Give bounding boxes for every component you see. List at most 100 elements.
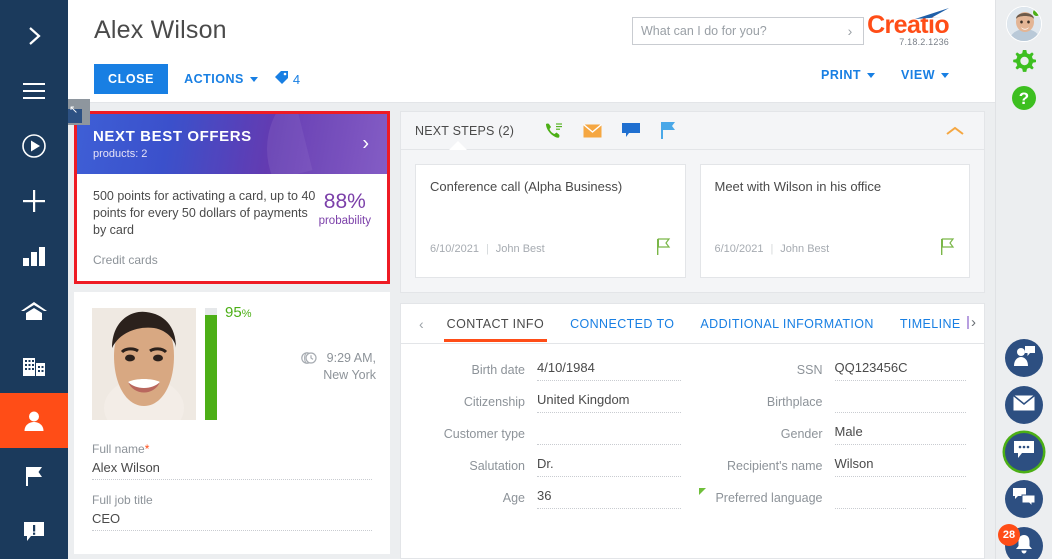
alert-bubble-icon — [22, 520, 46, 542]
chevron-down-icon — [249, 76, 258, 82]
field-birthplace: Birthplace — [705, 392, 966, 413]
sidebar-item-dashboards[interactable] — [0, 228, 68, 283]
tab-additional-information[interactable]: ADDITIONAL INFORMATION — [687, 305, 886, 342]
right-column: NEXT STEPS (2) Conference call (Alpha Bu… — [400, 111, 985, 559]
hamburger-menu-icon — [22, 82, 46, 100]
profile-card: 95% 9:29 AM, New York Full name* Alex Wi… — [74, 292, 390, 554]
user-avatar[interactable] — [1006, 6, 1042, 42]
field-value[interactable]: Dr. — [537, 456, 681, 477]
field-label: Age — [502, 491, 525, 505]
email-button[interactable] — [1005, 386, 1043, 424]
sidebar-item-menu[interactable] — [0, 63, 68, 118]
right-sidebar: ? 28 — [995, 0, 1052, 559]
sidebar-item-run-process[interactable] — [0, 118, 68, 173]
messages-button[interactable] — [1005, 480, 1043, 518]
next-step-date: 6/10/2021 — [430, 243, 479, 255]
tab-connected-to[interactable]: CONNECTED TO — [557, 305, 687, 342]
chat-icon[interactable] — [622, 123, 641, 138]
feed-button[interactable] — [1005, 339, 1043, 377]
complete-flag-icon[interactable] — [940, 238, 955, 258]
chat-button[interactable] — [1005, 433, 1043, 471]
sidebar-item-expand-panel[interactable] — [0, 8, 68, 63]
sidebar-item-activities[interactable] — [0, 448, 68, 503]
sidebar-item-add-record[interactable] — [0, 173, 68, 228]
field-recipients-name: Recipient's name Wilson — [705, 456, 966, 477]
next-steps-title: NEXT STEPS (2) — [415, 123, 515, 138]
local-time: 9:29 AM, — [326, 351, 376, 365]
close-button[interactable]: CLOSE — [94, 64, 169, 94]
field-customer-type: Customer type — [419, 424, 681, 445]
email-icon[interactable] — [583, 123, 603, 138]
field-value[interactable]: 36 — [537, 488, 681, 509]
widget-drag-handle[interactable]: ↖ — [68, 99, 90, 125]
search-submit-icon[interactable]: › — [837, 18, 863, 44]
completeness-unit: % — [241, 308, 252, 320]
field-value[interactable]: United Kingdom — [537, 392, 681, 413]
field-value[interactable]: CEO — [92, 511, 372, 531]
tab-strip: ‹ CONTACT INFO CONNECTED TO ADDITIONAL I… — [401, 304, 984, 344]
tabs-scroll-right-icon[interactable]: › — [967, 314, 976, 331]
app-root: Alex Wilson › Creatio 7.18.2.1236 CLOSE … — [0, 0, 1052, 559]
tag-icon — [274, 70, 289, 88]
field-value[interactable]: Alex Wilson — [92, 460, 372, 480]
field-label: Full name* — [92, 442, 372, 456]
field-label: Gender — [780, 427, 823, 441]
avatar[interactable] — [92, 308, 196, 420]
next-step-title: Meet with Wilson in his office — [714, 179, 882, 194]
tags-button[interactable]: 4 — [274, 70, 300, 88]
next-step-card[interactable]: Conference call (Alpha Business) 6/10/20… — [415, 164, 686, 278]
tabs-scroll-left-icon[interactable]: ‹ — [409, 316, 434, 332]
sidebar-item-accounts[interactable] — [0, 338, 68, 393]
next-step-date: 6/10/2021 — [714, 243, 764, 255]
offer-probability: 88% probability — [319, 188, 371, 267]
field-value[interactable] — [834, 392, 966, 413]
brand-name: Creatio — [867, 8, 950, 38]
page-title: Alex Wilson — [94, 16, 227, 44]
field-value[interactable]: QQ123456C — [834, 360, 966, 381]
offer-probability-label: probability — [318, 215, 371, 227]
help-button[interactable]: ? — [1011, 85, 1037, 116]
field-value[interactable]: Wilson — [834, 456, 966, 477]
field-value[interactable] — [834, 488, 966, 509]
form-column-left: Birth date 4/10/1984 Citizenship United … — [419, 360, 681, 520]
required-marker: * — [144, 442, 150, 456]
next-best-offers-widget[interactable]: ↖ NEXT BEST OFFERS products: 2 › 500 poi… — [68, 99, 390, 284]
completeness-number: 95 — [225, 304, 242, 321]
search-input[interactable] — [633, 24, 837, 38]
sidebar-item-home[interactable] — [0, 283, 68, 338]
tab-contact-info[interactable]: CONTACT INFO — [434, 305, 557, 342]
complete-flag-icon[interactable] — [656, 238, 671, 258]
offer-title: NEXT BEST OFFERS — [93, 128, 252, 145]
plus-icon — [21, 188, 47, 214]
next-step-meta: 6/10/2021 | John Best — [430, 238, 671, 255]
sidebar-item-contacts[interactable] — [0, 393, 68, 448]
next-steps-cards: Conference call (Alpha Business) 6/10/20… — [401, 150, 984, 292]
next-step-card[interactable]: Meet with Wilson in his office 6/10/2021… — [699, 164, 970, 278]
flag-icon[interactable] — [660, 122, 676, 139]
offer-next-icon[interactable]: › — [362, 133, 369, 156]
meta-separator: | — [485, 243, 489, 255]
field-value[interactable]: 4/10/1984 — [537, 360, 681, 381]
actions-menu-button[interactable]: ACTIONS — [184, 72, 258, 86]
tab-divider — [967, 316, 969, 329]
global-search[interactable]: › — [632, 17, 864, 45]
field-value[interactable]: Male — [834, 424, 966, 445]
gear-icon — [1011, 48, 1037, 79]
completeness-fill — [205, 315, 217, 420]
chat-bubble-icon — [1013, 440, 1035, 464]
label-text: Full name — [92, 442, 145, 456]
print-label: PRINT — [821, 68, 862, 82]
sidebar-item-notifications[interactable] — [0, 503, 68, 558]
brand-logo: Creatio 7.18.2.1236 — [867, 8, 950, 47]
collapse-panel-icon[interactable] — [946, 123, 964, 141]
call-icon[interactable] — [544, 122, 563, 139]
local-city: New York — [323, 368, 376, 382]
chevron-down-icon — [867, 72, 876, 78]
tab-timeline[interactable]: TIMELINE — [887, 305, 974, 342]
field-value[interactable] — [537, 424, 681, 445]
print-menu-button[interactable]: PRINT — [821, 68, 876, 82]
settings-button[interactable] — [1011, 48, 1037, 79]
field-label: SSN — [796, 363, 823, 377]
notifications-button[interactable]: 28 — [998, 524, 1043, 559]
view-menu-button[interactable]: VIEW — [901, 68, 949, 82]
